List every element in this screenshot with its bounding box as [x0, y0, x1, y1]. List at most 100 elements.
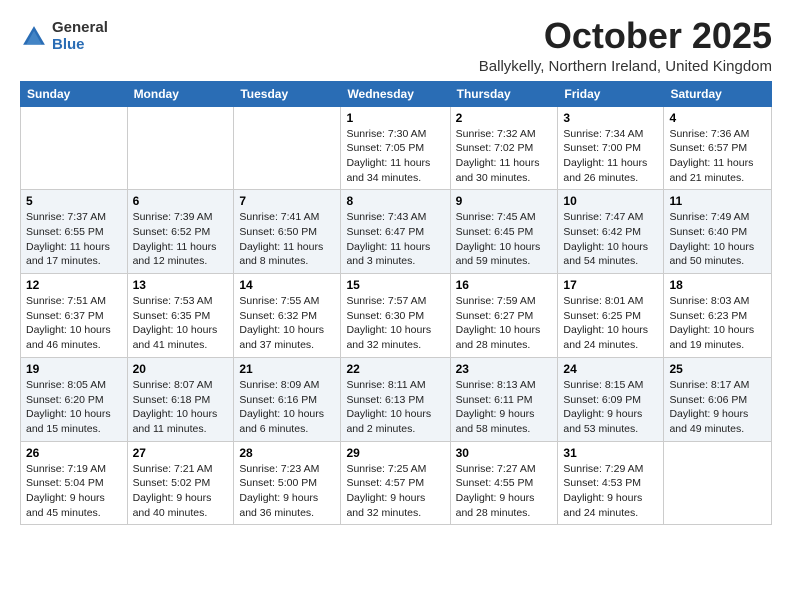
day-info: Sunrise: 7:45 AM Sunset: 6:45 PM Dayligh…	[456, 210, 553, 269]
table-row	[664, 441, 772, 525]
day-number: 15	[346, 278, 444, 292]
day-number: 23	[456, 362, 553, 376]
day-info: Sunrise: 8:11 AM Sunset: 6:13 PM Dayligh…	[346, 378, 444, 437]
calendar-week-row: 5Sunrise: 7:37 AM Sunset: 6:55 PM Daylig…	[21, 190, 772, 274]
calendar-week-row: 19Sunrise: 8:05 AM Sunset: 6:20 PM Dayli…	[21, 357, 772, 441]
header-tuesday: Tuesday	[234, 81, 341, 106]
day-info: Sunrise: 7:53 AM Sunset: 6:35 PM Dayligh…	[133, 294, 229, 353]
table-row: 19Sunrise: 8:05 AM Sunset: 6:20 PM Dayli…	[21, 357, 128, 441]
day-number: 11	[669, 194, 766, 208]
day-number: 20	[133, 362, 229, 376]
table-row: 28Sunrise: 7:23 AM Sunset: 5:00 PM Dayli…	[234, 441, 341, 525]
table-row: 21 Sunrise: 8:09 AM Sunset: 6:16 PM Dayli…	[234, 357, 341, 441]
day-info: Sunrise: 7:32 AM Sunset: 7:02 PM Dayligh…	[456, 127, 553, 186]
calendar-table: Sunday Monday Tuesday Wednesday Thursday…	[20, 81, 772, 526]
calendar-week-row: 1Sunrise: 7:30 AM Sunset: 7:05 PM Daylig…	[21, 106, 772, 190]
day-info: Sunrise: 7:36 AM Sunset: 6:57 PM Dayligh…	[669, 127, 766, 186]
day-number: 1	[346, 111, 444, 125]
day-number: 27	[133, 446, 229, 460]
header-saturday: Saturday	[664, 81, 772, 106]
table-row: 4 Sunrise: 7:36 AM Sunset: 6:57 PM Daylig…	[664, 106, 772, 190]
day-number: 3	[563, 111, 658, 125]
day-number: 8	[346, 194, 444, 208]
day-info: Sunrise: 8:09 AM Sunset: 6:16 PM Dayligh…	[239, 378, 335, 437]
table-row: 22 Sunrise: 8:11 AM Sunset: 6:13 PM Dayli…	[341, 357, 450, 441]
table-row: 26Sunrise: 7:19 AM Sunset: 5:04 PM Dayli…	[21, 441, 128, 525]
day-info: Sunrise: 7:49 AM Sunset: 6:40 PM Dayligh…	[669, 210, 766, 269]
day-info: Sunrise: 7:39 AM Sunset: 6:52 PM Dayligh…	[133, 210, 229, 269]
table-row: 25 Sunrise: 8:17 AM Sunset: 6:06 PM Dayli…	[664, 357, 772, 441]
header-wednesday: Wednesday	[341, 81, 450, 106]
day-number: 16	[456, 278, 553, 292]
day-number: 26	[26, 446, 122, 460]
day-number: 2	[456, 111, 553, 125]
table-row: 9 Sunrise: 7:45 AM Sunset: 6:45 PM Daylig…	[450, 190, 558, 274]
day-info: Sunrise: 7:43 AM Sunset: 6:47 PM Dayligh…	[346, 210, 444, 269]
day-number: 31	[563, 446, 658, 460]
table-row: 3 Sunrise: 7:34 AM Sunset: 7:00 PM Daylig…	[558, 106, 664, 190]
table-row: 14Sunrise: 7:55 AM Sunset: 6:32 PM Dayli…	[234, 274, 341, 358]
header-monday: Monday	[127, 81, 234, 106]
logo-icon	[20, 23, 48, 51]
day-number: 4	[669, 111, 766, 125]
logo-text: General Blue	[52, 20, 108, 53]
header: General Blue October 2025 Ballykelly, No…	[20, 16, 772, 75]
table-row: 1Sunrise: 7:30 AM Sunset: 7:05 PM Daylig…	[341, 106, 450, 190]
day-info: Sunrise: 7:29 AM Sunset: 4:53 PM Dayligh…	[563, 462, 658, 521]
table-row: 24Sunrise: 8:15 AM Sunset: 6:09 PM Dayli…	[558, 357, 664, 441]
day-info: Sunrise: 8:07 AM Sunset: 6:18 PM Dayligh…	[133, 378, 229, 437]
day-info: Sunrise: 7:23 AM Sunset: 5:00 PM Dayligh…	[239, 462, 335, 521]
table-row: 10 Sunrise: 7:47 AM Sunset: 6:42 PM Dayli…	[558, 190, 664, 274]
day-number: 25	[669, 362, 766, 376]
table-row: 15 Sunrise: 7:57 AM Sunset: 6:30 PM Dayli…	[341, 274, 450, 358]
day-number: 10	[563, 194, 658, 208]
table-row: 11 Sunrise: 7:49 AM Sunset: 6:40 PM Dayli…	[664, 190, 772, 274]
table-row	[234, 106, 341, 190]
table-row: 13Sunrise: 7:53 AM Sunset: 6:35 PM Dayli…	[127, 274, 234, 358]
logo-general: General	[52, 20, 108, 37]
day-info: Sunrise: 8:13 AM Sunset: 6:11 PM Dayligh…	[456, 378, 553, 437]
day-info: Sunrise: 7:21 AM Sunset: 5:02 PM Dayligh…	[133, 462, 229, 521]
day-number: 22	[346, 362, 444, 376]
table-row: 6 Sunrise: 7:39 AM Sunset: 6:52 PM Daylig…	[127, 190, 234, 274]
day-info: Sunrise: 7:57 AM Sunset: 6:30 PM Dayligh…	[346, 294, 444, 353]
calendar-week-row: 12Sunrise: 7:51 AM Sunset: 6:37 PM Dayli…	[21, 274, 772, 358]
day-number: 30	[456, 446, 553, 460]
table-row	[21, 106, 128, 190]
day-number: 17	[563, 278, 658, 292]
day-info: Sunrise: 7:34 AM Sunset: 7:00 PM Dayligh…	[563, 127, 658, 186]
table-row: 30Sunrise: 7:27 AM Sunset: 4:55 PM Dayli…	[450, 441, 558, 525]
table-row	[127, 106, 234, 190]
table-row: 7Sunrise: 7:41 AM Sunset: 6:50 PM Daylig…	[234, 190, 341, 274]
day-number: 21	[239, 362, 335, 376]
day-info: Sunrise: 7:51 AM Sunset: 6:37 PM Dayligh…	[26, 294, 122, 353]
table-row: 17 Sunrise: 8:01 AM Sunset: 6:25 PM Dayli…	[558, 274, 664, 358]
table-row: 20 Sunrise: 8:07 AM Sunset: 6:18 PM Dayli…	[127, 357, 234, 441]
page: General Blue October 2025 Ballykelly, No…	[0, 0, 792, 535]
table-row: 5Sunrise: 7:37 AM Sunset: 6:55 PM Daylig…	[21, 190, 128, 274]
day-number: 19	[26, 362, 122, 376]
table-row: 31 Sunrise: 7:29 AM Sunset: 4:53 PM Dayli…	[558, 441, 664, 525]
day-info: Sunrise: 8:01 AM Sunset: 6:25 PM Dayligh…	[563, 294, 658, 353]
day-number: 9	[456, 194, 553, 208]
location-title: Ballykelly, Northern Ireland, United Kin…	[479, 58, 772, 75]
table-row: 23 Sunrise: 8:13 AM Sunset: 6:11 PM Dayli…	[450, 357, 558, 441]
day-number: 18	[669, 278, 766, 292]
day-info: Sunrise: 7:47 AM Sunset: 6:42 PM Dayligh…	[563, 210, 658, 269]
calendar-week-row: 26Sunrise: 7:19 AM Sunset: 5:04 PM Dayli…	[21, 441, 772, 525]
table-row: 8 Sunrise: 7:43 AM Sunset: 6:47 PM Daylig…	[341, 190, 450, 274]
logo: General Blue	[20, 20, 108, 53]
logo-blue: Blue	[52, 37, 108, 54]
calendar-header-row: Sunday Monday Tuesday Wednesday Thursday…	[21, 81, 772, 106]
day-info: Sunrise: 7:37 AM Sunset: 6:55 PM Dayligh…	[26, 210, 122, 269]
table-row: 12Sunrise: 7:51 AM Sunset: 6:37 PM Dayli…	[21, 274, 128, 358]
table-row: 18Sunrise: 8:03 AM Sunset: 6:23 PM Dayli…	[664, 274, 772, 358]
day-number: 6	[133, 194, 229, 208]
table-row: 27 Sunrise: 7:21 AM Sunset: 5:02 PM Dayli…	[127, 441, 234, 525]
title-block: October 2025 Ballykelly, Northern Irelan…	[479, 16, 772, 75]
day-info: Sunrise: 8:17 AM Sunset: 6:06 PM Dayligh…	[669, 378, 766, 437]
table-row: 29Sunrise: 7:25 AM Sunset: 4:57 PM Dayli…	[341, 441, 450, 525]
header-thursday: Thursday	[450, 81, 558, 106]
day-info: Sunrise: 7:55 AM Sunset: 6:32 PM Dayligh…	[239, 294, 335, 353]
day-info: Sunrise: 7:41 AM Sunset: 6:50 PM Dayligh…	[239, 210, 335, 269]
